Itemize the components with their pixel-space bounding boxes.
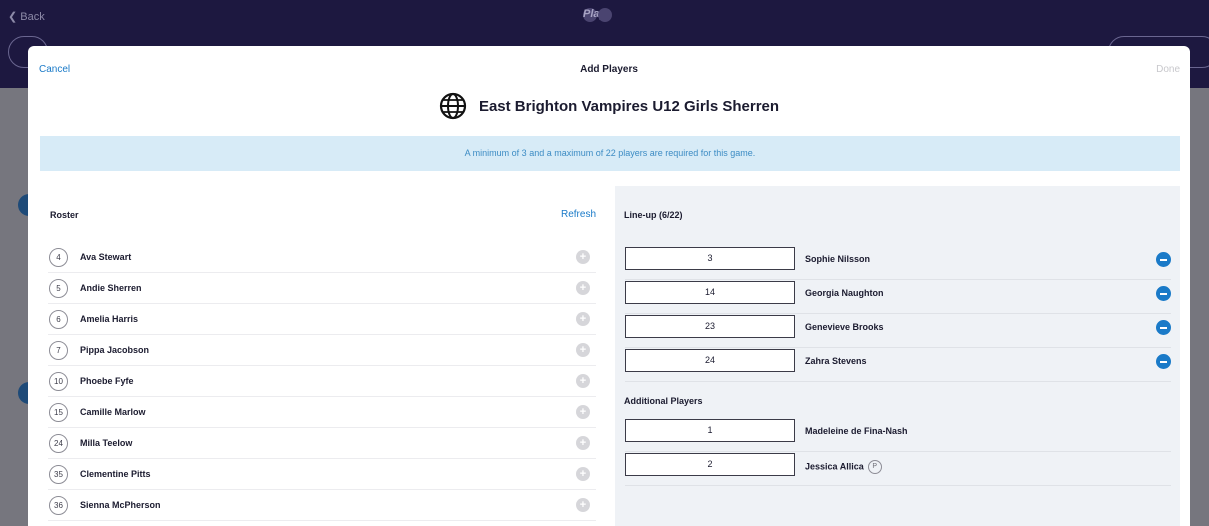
lineup-player-name: Zahra Stevens [805, 356, 867, 366]
player-name: Camille Marlow [80, 407, 146, 417]
roster-player-row[interactable]: 5 Andie Sherren + [48, 273, 596, 304]
roster-player-row[interactable]: 7 Pippa Jacobson + [48, 335, 596, 366]
player-name: Amelia Harris [80, 314, 139, 324]
roster-header: Roster Refresh [48, 186, 596, 220]
jersey-number-badge: 15 [49, 402, 68, 422]
jersey-number-input[interactable]: 2 [625, 453, 795, 476]
additional-player-row: 2 Jessica Allica P [625, 452, 1171, 486]
jersey-number-badge: 24 [49, 433, 68, 453]
jersey-number-badge: 7 [49, 340, 68, 360]
additional-player-name: Madeleine de Fina-Nash [805, 426, 908, 436]
modal-header: Cancel Add Players Done [28, 46, 1190, 88]
roster-player-row[interactable]: 24 Milla Teelow + [48, 428, 596, 459]
background-topbar: ❮ Back Play [0, 0, 1209, 34]
jersey-number-input[interactable]: 23 [625, 315, 795, 338]
add-player-icon[interactable]: + [576, 250, 590, 264]
player-name-text: Jessica Allica [805, 461, 864, 472]
jersey-number-badge: 35 [49, 464, 68, 484]
add-player-icon[interactable]: + [576, 343, 590, 357]
modal-title: Add Players [580, 64, 638, 75]
add-player-icon[interactable]: + [576, 281, 590, 295]
jersey-number-badge: 36 [49, 495, 68, 515]
player-name: Clementine Pitts [80, 469, 151, 479]
roster-player-row[interactable]: 10 Phoebe Fyfe + [48, 366, 596, 397]
logo-text: Play [583, 8, 606, 22]
add-player-icon[interactable]: + [576, 436, 590, 450]
background-back-link: ❮ Back [8, 11, 45, 23]
add-player-icon[interactable]: + [576, 374, 590, 388]
jersey-number-badge: 6 [49, 309, 68, 329]
lineup-player-row: 3 Sophie Nilsson [625, 246, 1171, 280]
add-player-icon[interactable]: + [576, 405, 590, 419]
roster-player-row[interactable]: 6 Amelia Harris + [48, 304, 596, 335]
lineup-player-name: Georgia Naughton [805, 288, 884, 298]
roster-player-row[interactable]: 36 Sienna McPherson + [48, 490, 596, 521]
player-name: Ava Stewart [80, 252, 132, 262]
additional-players-title: Additional Players [624, 396, 703, 406]
jersey-number-badge: 5 [49, 278, 68, 298]
add-player-icon[interactable]: + [576, 498, 590, 512]
remove-player-icon[interactable] [1156, 320, 1171, 335]
player-name: Phoebe Fyfe [80, 376, 134, 386]
globe-icon [439, 92, 467, 120]
player-name: Milla Teelow [80, 438, 133, 448]
player-name: Pippa Jacobson [80, 345, 150, 355]
player-name: Andie Sherren [80, 283, 142, 293]
player-name-text: Madeleine de Fina-Nash [805, 426, 908, 436]
lineup-title: Line-up (6/22) [624, 210, 683, 220]
lineup-player-row: 23 Genevieve Brooks [625, 314, 1171, 348]
remove-player-icon[interactable] [1156, 354, 1171, 369]
refresh-button[interactable]: Refresh [561, 209, 596, 220]
roster-title: Roster [50, 210, 79, 220]
team-header: East Brighton Vampires U12 Girls Sherren [28, 90, 1190, 122]
remove-player-icon[interactable] [1156, 252, 1171, 267]
lineup-panel: Line-up (6/22) Additional Players 3 Sophi… [615, 186, 1180, 526]
add-player-icon[interactable]: + [576, 467, 590, 481]
remove-player-icon[interactable] [1156, 286, 1171, 301]
jersey-number-input[interactable]: 14 [625, 281, 795, 304]
player-count-notice: A minimum of 3 and a maximum of 22 playe… [40, 136, 1180, 171]
lineup-player-name: Genevieve Brooks [805, 322, 884, 332]
lineup-player-name: Sophie Nilsson [805, 254, 871, 264]
roster-player-row[interactable]: 35 Clementine Pitts + [48, 459, 596, 490]
background-logo: Play [582, 8, 612, 22]
additional-player-name: Jessica Allica P [805, 460, 882, 474]
additional-player-row: 1 Madeleine de Fina-Nash [625, 418, 1171, 452]
jersey-number-input[interactable]: 3 [625, 247, 795, 270]
roster-panel: Roster Refresh 4 Ava Stewart +5 Andie Sherr… [48, 186, 596, 526]
add-player-icon[interactable]: + [576, 312, 590, 326]
logo-badge-icon [598, 8, 612, 22]
position-badge: P [867, 460, 882, 474]
jersey-number-input[interactable]: 24 [625, 349, 795, 372]
jersey-number-badge: 10 [49, 371, 68, 391]
done-button[interactable]: Done [1156, 64, 1180, 75]
lineup-player-row: 14 Georgia Naughton [625, 280, 1171, 314]
jersey-number-badge: 4 [49, 247, 68, 267]
lineup-player-row: 24 Zahra Stevens [625, 348, 1171, 382]
team-name: East Brighton Vampires U12 Girls Sherren [478, 97, 780, 115]
player-name: Sienna McPherson [80, 500, 161, 510]
roster-player-row[interactable]: 15 Camille Marlow + [48, 397, 596, 428]
jersey-number-input[interactable]: 1 [625, 419, 795, 442]
roster-player-row[interactable]: 4 Ava Stewart + [48, 242, 596, 273]
roster-list: 4 Ava Stewart +5 Andie Sherren +6 Amelia Harr… [48, 242, 596, 521]
add-players-modal: Cancel Add Players Done East Brighton Va… [28, 46, 1190, 526]
